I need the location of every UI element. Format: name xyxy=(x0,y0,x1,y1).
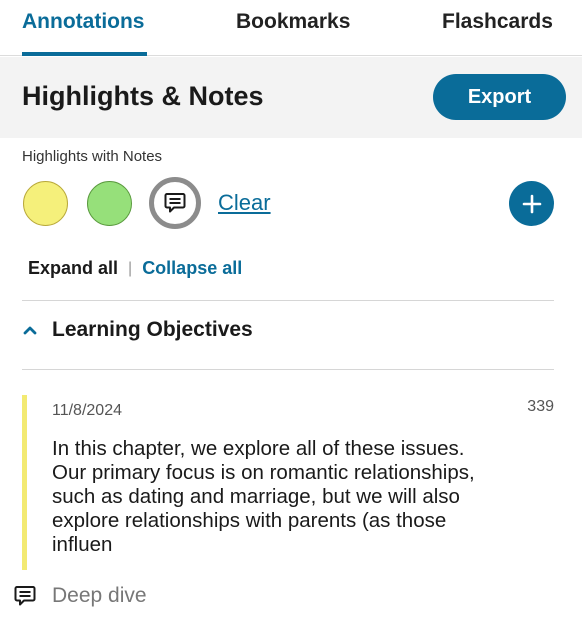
annotation-date: 11/8/2024 xyxy=(52,402,122,419)
comment-icon xyxy=(14,586,36,606)
annotation-page-number: 339 xyxy=(527,398,554,415)
panel-header: Highlights & Notes Export xyxy=(0,57,582,138)
yellow-highlight-filter[interactable] xyxy=(23,181,68,226)
green-highlight-filter[interactable] xyxy=(87,181,132,226)
note-text: Deep dive xyxy=(52,584,147,607)
tab-bookmarks[interactable]: Bookmarks xyxy=(236,10,350,34)
collapse-all-link[interactable]: Collapse all xyxy=(142,258,242,279)
highlight-color-bar xyxy=(22,395,27,570)
filter-label: Highlights with Notes xyxy=(22,148,163,165)
active-tab-indicator xyxy=(22,52,147,56)
add-note-button[interactable] xyxy=(509,181,554,226)
page-title: Highlights & Notes xyxy=(22,81,264,111)
tab-annotations[interactable]: Annotations xyxy=(22,10,144,34)
annotation-note[interactable]: Deep dive xyxy=(12,584,147,608)
section-learning-objectives[interactable]: Learning Objectives xyxy=(22,318,253,342)
expand-all-link[interactable]: Expand all xyxy=(28,258,118,279)
plus-icon xyxy=(522,194,541,213)
tab-flashcards[interactable]: Flashcards xyxy=(442,10,553,34)
notes-filter[interactable] xyxy=(149,177,201,229)
highlighted-text[interactable]: In this chapter, we explore all of these… xyxy=(52,437,497,557)
export-button[interactable]: Export xyxy=(433,74,566,120)
clear-filters-link[interactable]: Clear xyxy=(218,190,271,216)
comment-icon xyxy=(164,193,186,213)
tab-bar: Annotations Bookmarks Flashcards xyxy=(0,0,582,56)
divider xyxy=(22,300,554,301)
chevron-up-icon xyxy=(23,326,37,335)
divider xyxy=(22,369,554,370)
expand-collapse-controls: Expand all | Collapse all xyxy=(28,258,242,279)
separator: | xyxy=(128,259,133,277)
section-title: Learning Objectives xyxy=(52,318,253,341)
